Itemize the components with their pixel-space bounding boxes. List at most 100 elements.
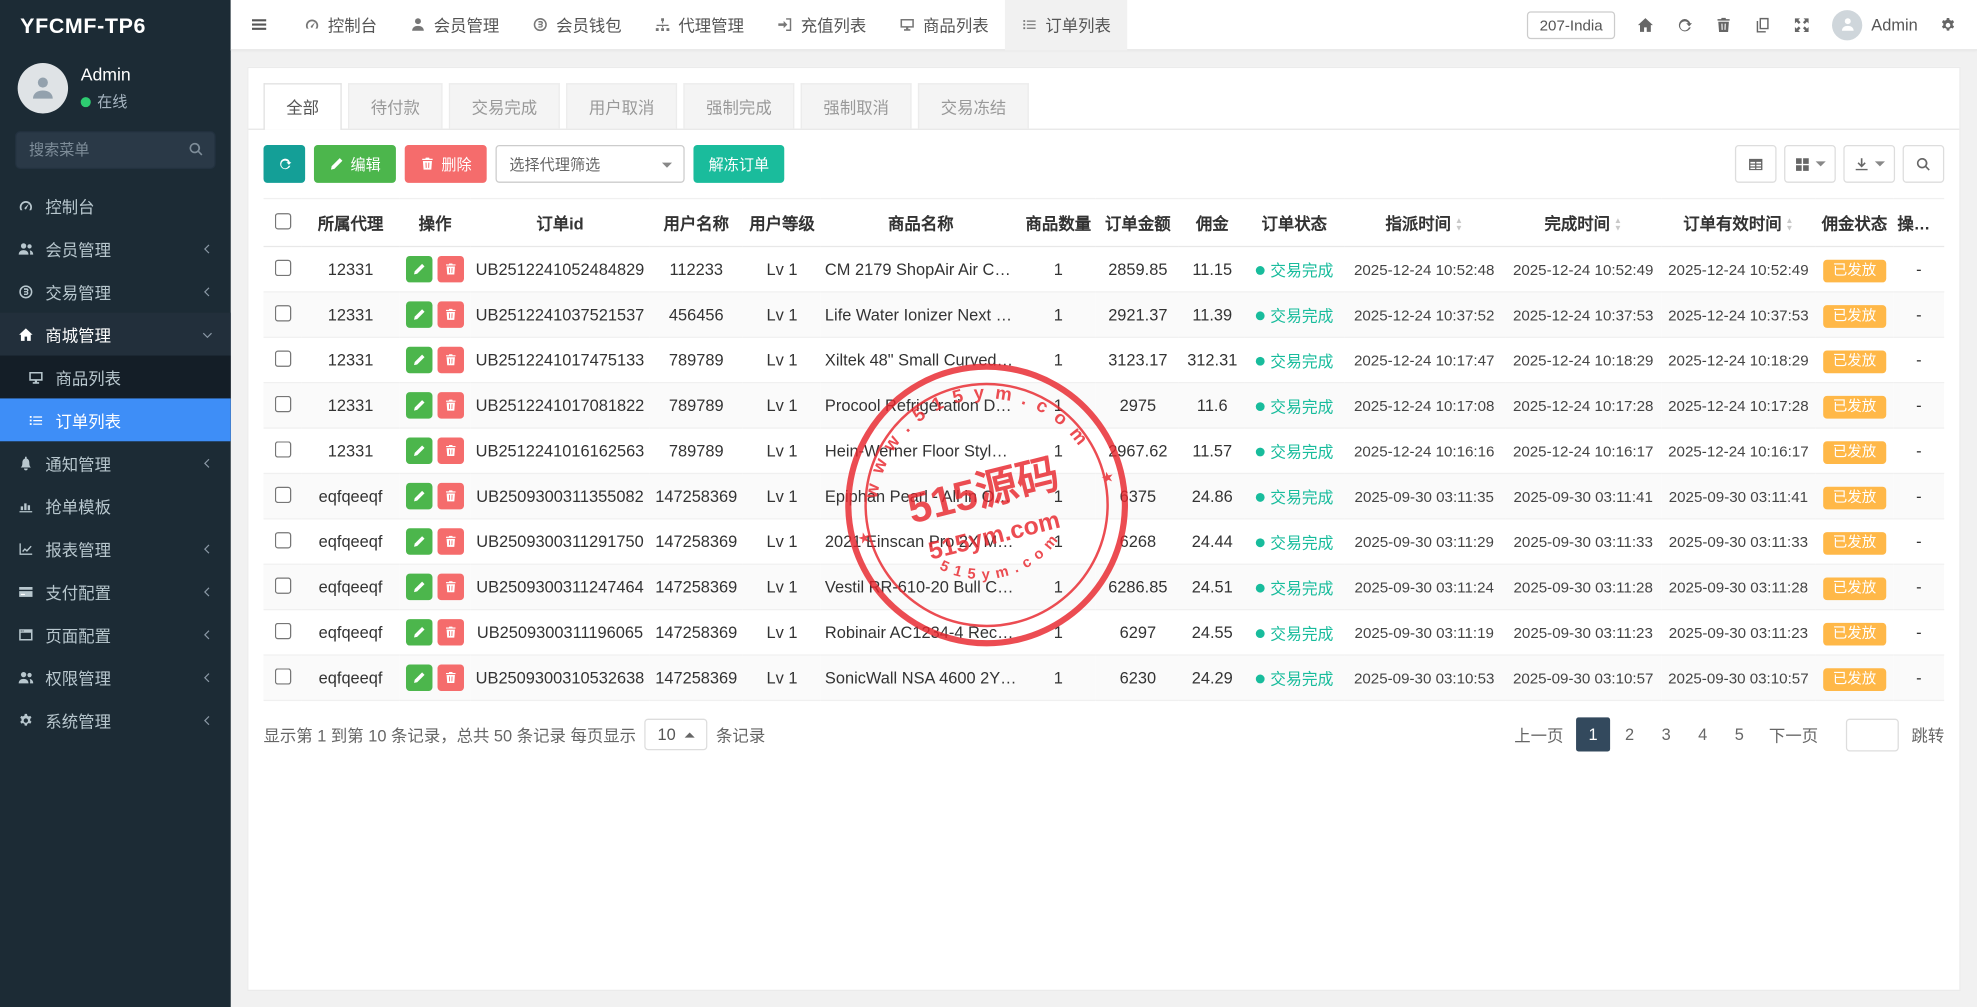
select-all-checkbox[interactable] — [274, 212, 290, 228]
topnav-item-1[interactable]: 会员管理 — [393, 0, 515, 50]
sidebar-item-9[interactable]: 权限管理 — [0, 656, 231, 699]
settings-button[interactable] — [1939, 16, 1957, 34]
row-actions-cell — [400, 428, 471, 473]
search-toggle-button[interactable] — [1903, 145, 1945, 183]
page-number-3[interactable]: 3 — [1649, 717, 1683, 751]
topnav-item-0[interactable]: 控制台 — [287, 0, 393, 50]
menu-search-input[interactable] — [15, 131, 215, 169]
sidebar-item-5[interactable]: 抢单模板 — [0, 484, 231, 527]
filter-tab-4[interactable]: 强制完成 — [683, 83, 794, 128]
column-header-10[interactable]: 指派时间▲▼ — [1343, 199, 1505, 247]
row-select-checkbox[interactable] — [274, 350, 290, 366]
home-button[interactable] — [1637, 16, 1655, 34]
row-select-checkbox[interactable] — [274, 395, 290, 411]
prev-page-button[interactable]: 上一页 — [1504, 717, 1573, 751]
row-edit-button[interactable] — [406, 438, 432, 464]
sidebar-item-1[interactable]: 会员管理 — [0, 227, 231, 270]
row-select-checkbox[interactable] — [274, 668, 290, 684]
row-delete-button[interactable] — [438, 528, 464, 554]
row-edit-button[interactable] — [406, 301, 432, 327]
row-delete-button[interactable] — [438, 256, 464, 282]
row-select-checkbox[interactable] — [274, 577, 290, 593]
sidebar-item-8[interactable]: 页面配置 — [0, 613, 231, 656]
row-delete-button[interactable] — [438, 574, 464, 600]
row-delete-button[interactable] — [438, 664, 464, 690]
sort-icon[interactable]: ▲▼ — [1455, 218, 1463, 233]
row-edit-button[interactable] — [406, 619, 432, 645]
topnav-item-6[interactable]: 订单列表 — [1005, 0, 1127, 50]
row-delete-button[interactable] — [438, 392, 464, 418]
refresh-page-button[interactable] — [1676, 16, 1694, 34]
row-delete-button[interactable] — [438, 347, 464, 373]
row-edit-button[interactable] — [406, 664, 432, 690]
sidebar-subitem-3-0[interactable]: 商品列表 — [0, 356, 231, 399]
row-edit-button[interactable] — [406, 392, 432, 418]
jump-button[interactable]: 跳转 — [1911, 722, 1944, 746]
refresh-table-button[interactable] — [264, 145, 306, 183]
page-number-1[interactable]: 1 — [1576, 717, 1610, 751]
status-dot-icon — [1255, 402, 1264, 411]
row-delete-button[interactable] — [438, 301, 464, 327]
filter-tab-3[interactable]: 用户取消 — [566, 83, 677, 128]
sidebar-item-10[interactable]: 系统管理 — [0, 699, 231, 742]
filter-tab-2[interactable]: 交易完成 — [449, 83, 560, 128]
sort-icon[interactable]: ▲▼ — [1785, 218, 1793, 233]
clear-cache-button[interactable] — [1715, 16, 1733, 34]
row-edit-button[interactable] — [406, 528, 432, 554]
detail-view-button[interactable] — [1735, 145, 1777, 183]
row-select-checkbox[interactable] — [274, 441, 290, 457]
topnav-item-4[interactable]: 充值列表 — [760, 0, 882, 50]
topbar-user-menu[interactable]: Admin — [1832, 9, 1918, 39]
region-selector[interactable]: 207-India — [1527, 11, 1615, 39]
sidebar-item-3[interactable]: 商城管理 — [0, 313, 231, 356]
next-page-button[interactable]: 下一页 — [1759, 717, 1828, 751]
sidebar-item-7[interactable]: 支付配置 — [0, 570, 231, 613]
topnav-item-3[interactable]: 代理管理 — [638, 0, 760, 50]
column-header-11[interactable]: 完成时间▲▼ — [1505, 199, 1661, 247]
delete-button[interactable]: 删除 — [405, 145, 487, 183]
export-button[interactable] — [1843, 145, 1895, 183]
user-level-cell: Lv 1 — [743, 383, 821, 428]
topnav-item-5[interactable]: 商品列表 — [883, 0, 1005, 50]
row-edit-button[interactable] — [406, 347, 432, 373]
unfreeze-order-button[interactable]: 解冻订单 — [694, 145, 785, 183]
bell-icon — [18, 455, 34, 471]
edit-button[interactable]: 编辑 — [314, 145, 396, 183]
filter-tab-5[interactable]: 强制取消 — [801, 83, 912, 128]
filter-tab-0[interactable]: 全部 — [264, 83, 342, 130]
row-delete-button[interactable] — [438, 483, 464, 509]
row-select-checkbox[interactable] — [274, 486, 290, 502]
topnav-item-2[interactable]: 会员钱包 — [516, 0, 638, 50]
row-select-checkbox[interactable] — [274, 531, 290, 547]
page-number-5[interactable]: 5 — [1722, 717, 1756, 751]
sidebar-item-label: 支付配置 — [45, 579, 190, 603]
sidebar-subitem-3-1[interactable]: 订单列表 — [0, 398, 231, 441]
sidebar-item-2[interactable]: 交易管理 — [0, 270, 231, 313]
row-delete-button[interactable] — [438, 438, 464, 464]
row-select-checkbox[interactable] — [274, 622, 290, 638]
row-edit-button[interactable] — [406, 483, 432, 509]
row-delete-button[interactable] — [438, 619, 464, 645]
filter-tab-1[interactable]: 待付款 — [348, 83, 443, 128]
page-number-4[interactable]: 4 — [1686, 717, 1720, 751]
page-numbers: 12345 — [1576, 717, 1756, 751]
page-number-2[interactable]: 2 — [1613, 717, 1647, 751]
column-header-12[interactable]: 订单有效时间▲▼ — [1661, 199, 1815, 247]
copy-button[interactable] — [1754, 16, 1772, 34]
sidebar-item-6[interactable]: 报表管理 — [0, 527, 231, 570]
jump-page-input[interactable] — [1846, 718, 1899, 751]
fullscreen-button[interactable] — [1793, 16, 1811, 34]
row-select-checkbox[interactable] — [274, 304, 290, 320]
agent-filter-select[interactable]: 选择代理筛选 — [496, 145, 685, 183]
row-edit-button[interactable] — [406, 574, 432, 600]
columns-toggle-button[interactable] — [1784, 145, 1836, 183]
sort-icon[interactable]: ▲▼ — [1614, 218, 1622, 233]
row-edit-button[interactable] — [406, 256, 432, 282]
sidebar-item-0[interactable]: 控制台 — [0, 184, 231, 227]
filter-tab-6[interactable]: 交易冻结 — [918, 83, 1029, 128]
sidebar-toggle-button[interactable] — [231, 0, 288, 50]
row-select-checkbox[interactable] — [274, 259, 290, 275]
sidebar-item-4[interactable]: 通知管理 — [0, 441, 231, 484]
user-avatar[interactable] — [18, 63, 68, 113]
page-size-select[interactable]: 10 — [645, 719, 707, 751]
